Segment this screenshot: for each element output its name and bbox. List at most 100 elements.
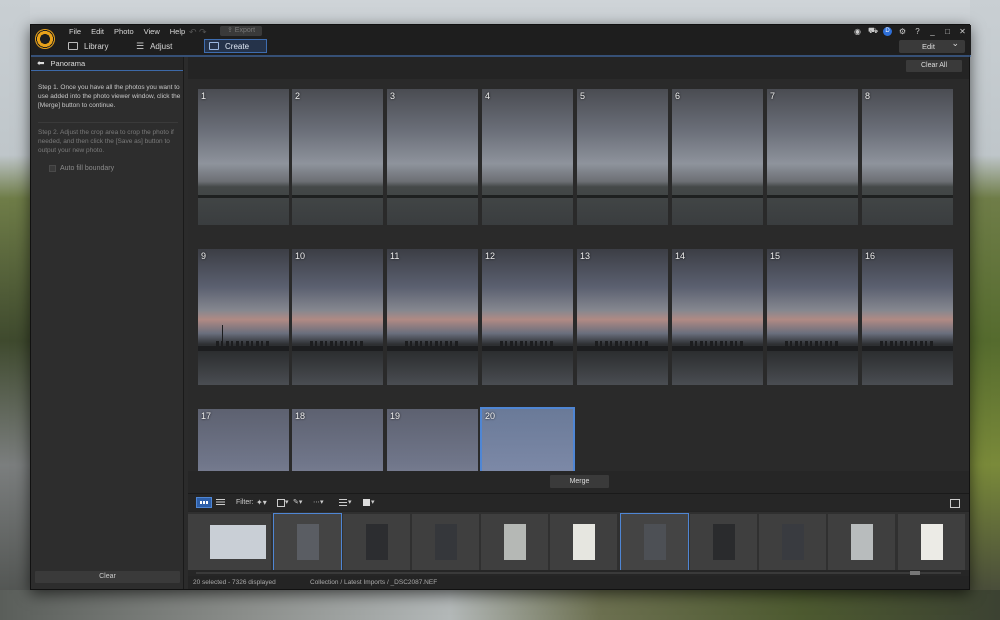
filter-people-icon[interactable]: ✦▾ <box>256 497 272 508</box>
panel-header: ⬅ Panorama <box>31 57 183 71</box>
filmstrip-thumbnail[interactable] <box>481 514 548 570</box>
panorama-photo[interactable]: 15 <box>767 249 858 385</box>
filter-frame-icon[interactable]: ▾ <box>276 497 290 508</box>
app-logo-icon[interactable] <box>35 29 55 49</box>
minimize-icon[interactable]: _ <box>928 27 937 36</box>
filmstrip-thumbnail[interactable] <box>898 514 965 570</box>
panorama-photo[interactable]: 7 <box>767 89 858 225</box>
merge-button[interactable]: Merge <box>550 475 609 488</box>
desktop-wallpaper-left <box>0 0 30 620</box>
menu-view[interactable]: View <box>139 27 165 37</box>
panorama-photo[interactable]: 17 <box>198 409 289 471</box>
tab-adjust-label: Adjust <box>150 41 173 51</box>
panorama-photo[interactable]: 16 <box>862 249 953 385</box>
maximize-icon[interactable]: □ <box>943 27 952 36</box>
menu-help[interactable]: Help <box>165 27 190 37</box>
undo-redo-icons[interactable]: ↶ ↷ <box>189 27 207 38</box>
sort-icon[interactable]: ▾ <box>338 497 352 508</box>
tab-create[interactable]: Create <box>204 39 267 53</box>
auto-fill-label: Auto fill boundary <box>60 165 115 172</box>
thumbnail-image <box>296 524 319 560</box>
thumbnail-image <box>920 524 943 560</box>
back-arrow-icon[interactable]: ⬅ <box>37 58 45 69</box>
photo-number: 16 <box>865 251 876 261</box>
photo-number: 11 <box>390 251 400 261</box>
menu-file[interactable]: File <box>64 27 86 37</box>
filmstrip-thumbnail[interactable] <box>204 514 271 570</box>
filmstrip-thumbnail[interactable] <box>690 514 757 570</box>
sliders-icon: ☰ <box>136 40 145 51</box>
panorama-photo[interactable]: 3 <box>387 89 478 225</box>
desktop-wallpaper-bottom <box>0 590 1000 620</box>
filter-brush-icon[interactable]: ✎▾ <box>293 497 307 508</box>
clear-button[interactable]: Clear <box>35 571 180 583</box>
photo-number: 12 <box>485 251 496 261</box>
photo-number: 8 <box>865 91 871 101</box>
photo-number: 6 <box>675 91 681 101</box>
panel-title: Panorama <box>50 59 86 68</box>
filmstrip-thumbnail[interactable] <box>828 514 895 570</box>
scrollbar-thumb[interactable] <box>910 571 920 575</box>
tab-library[interactable]: Library <box>64 39 124 53</box>
panorama-photo[interactable]: 4 <box>482 89 573 225</box>
filter-more-icon[interactable]: ⋯▾ <box>313 497 329 508</box>
thumbnail-image <box>643 524 666 560</box>
shoreline <box>862 195 953 198</box>
tab-library-label: Library <box>84 41 109 51</box>
list-view-icon[interactable] <box>214 497 228 508</box>
clear-all-button[interactable]: Clear All <box>906 60 962 72</box>
filmstrip-scrollbar[interactable] <box>188 570 969 576</box>
city-skyline <box>198 341 289 351</box>
settings-gear-icon[interactable]: ⚙ <box>898 27 907 36</box>
city-skyline <box>387 341 478 351</box>
panorama-photo[interactable]: 5 <box>577 89 668 225</box>
panorama-photo[interactable]: 20 <box>480 407 575 471</box>
filmstrip-thumbnail[interactable] <box>412 514 479 570</box>
menu-photo[interactable]: Photo <box>109 27 139 37</box>
menu-edit[interactable]: Edit <box>86 27 109 37</box>
shoreline <box>577 195 668 198</box>
panorama-photo[interactable]: 10 <box>292 249 383 385</box>
share-icon[interactable] <box>949 497 961 508</box>
panorama-photo[interactable]: 8 <box>862 89 953 225</box>
panorama-photo[interactable]: 2 <box>292 89 383 225</box>
panorama-photo[interactable]: 6 <box>672 89 763 225</box>
filmstrip-thumbnail[interactable] <box>550 514 617 570</box>
filmstrip-thumbnail[interactable] <box>273 513 342 570</box>
panorama-photo[interactable]: 1 <box>198 89 289 225</box>
user-badge[interactable]: D <box>883 26 892 36</box>
filmstrip-thumbnail[interactable] <box>620 513 689 570</box>
panorama-photo[interactable]: 9 <box>198 249 289 385</box>
shoreline <box>387 195 478 198</box>
main-area: Clear All 1 2 3 4 5 6 7 8 9 10 11 12 13 14 15 16 17 18 19 2… <box>188 57 969 589</box>
account-icon[interactable]: ◉ <box>853 27 862 36</box>
title-bar: File Edit Photo View Help ↶ ↷ ⇪ Export L… <box>31 25 971 55</box>
panorama-photo[interactable]: 14 <box>672 249 763 385</box>
shoreline <box>672 195 763 198</box>
merge-bar: Merge <box>188 471 969 493</box>
flag-icon[interactable]: ▾ <box>362 497 376 508</box>
panorama-photo[interactable]: 11 <box>387 249 478 385</box>
photo-number: 18 <box>295 411 306 421</box>
panorama-photo[interactable]: 18 <box>292 409 383 471</box>
grid-view-icon[interactable] <box>196 497 212 508</box>
panorama-photo[interactable]: 13 <box>577 249 668 385</box>
filmstrip-thumbnail[interactable] <box>343 514 410 570</box>
auto-fill-checkbox[interactable]: Auto fill boundary <box>49 165 114 172</box>
tab-create-label: Create <box>225 41 250 51</box>
photo-number: 9 <box>201 251 207 261</box>
tab-adjust[interactable]: ☰ Adjust <box>132 39 192 53</box>
edit-dropdown[interactable]: Edit <box>899 37 965 53</box>
export-button[interactable]: ⇪ Export <box>220 26 262 36</box>
help-icon[interactable]: ? <box>913 27 922 36</box>
scrollbar-track[interactable] <box>196 572 961 574</box>
filmstrip-thumbnail[interactable] <box>759 514 826 570</box>
export-label: Export <box>234 27 256 34</box>
filmstrip-thumbnail[interactable] <box>188 514 205 570</box>
cart-icon[interactable]: ⛟ <box>868 26 878 36</box>
thumbnail-image <box>781 524 804 560</box>
checkbox-box[interactable] <box>49 165 56 172</box>
panorama-photo[interactable]: 19 <box>387 409 478 471</box>
close-icon[interactable]: ✕ <box>958 27 967 36</box>
panorama-photo[interactable]: 12 <box>482 249 573 385</box>
